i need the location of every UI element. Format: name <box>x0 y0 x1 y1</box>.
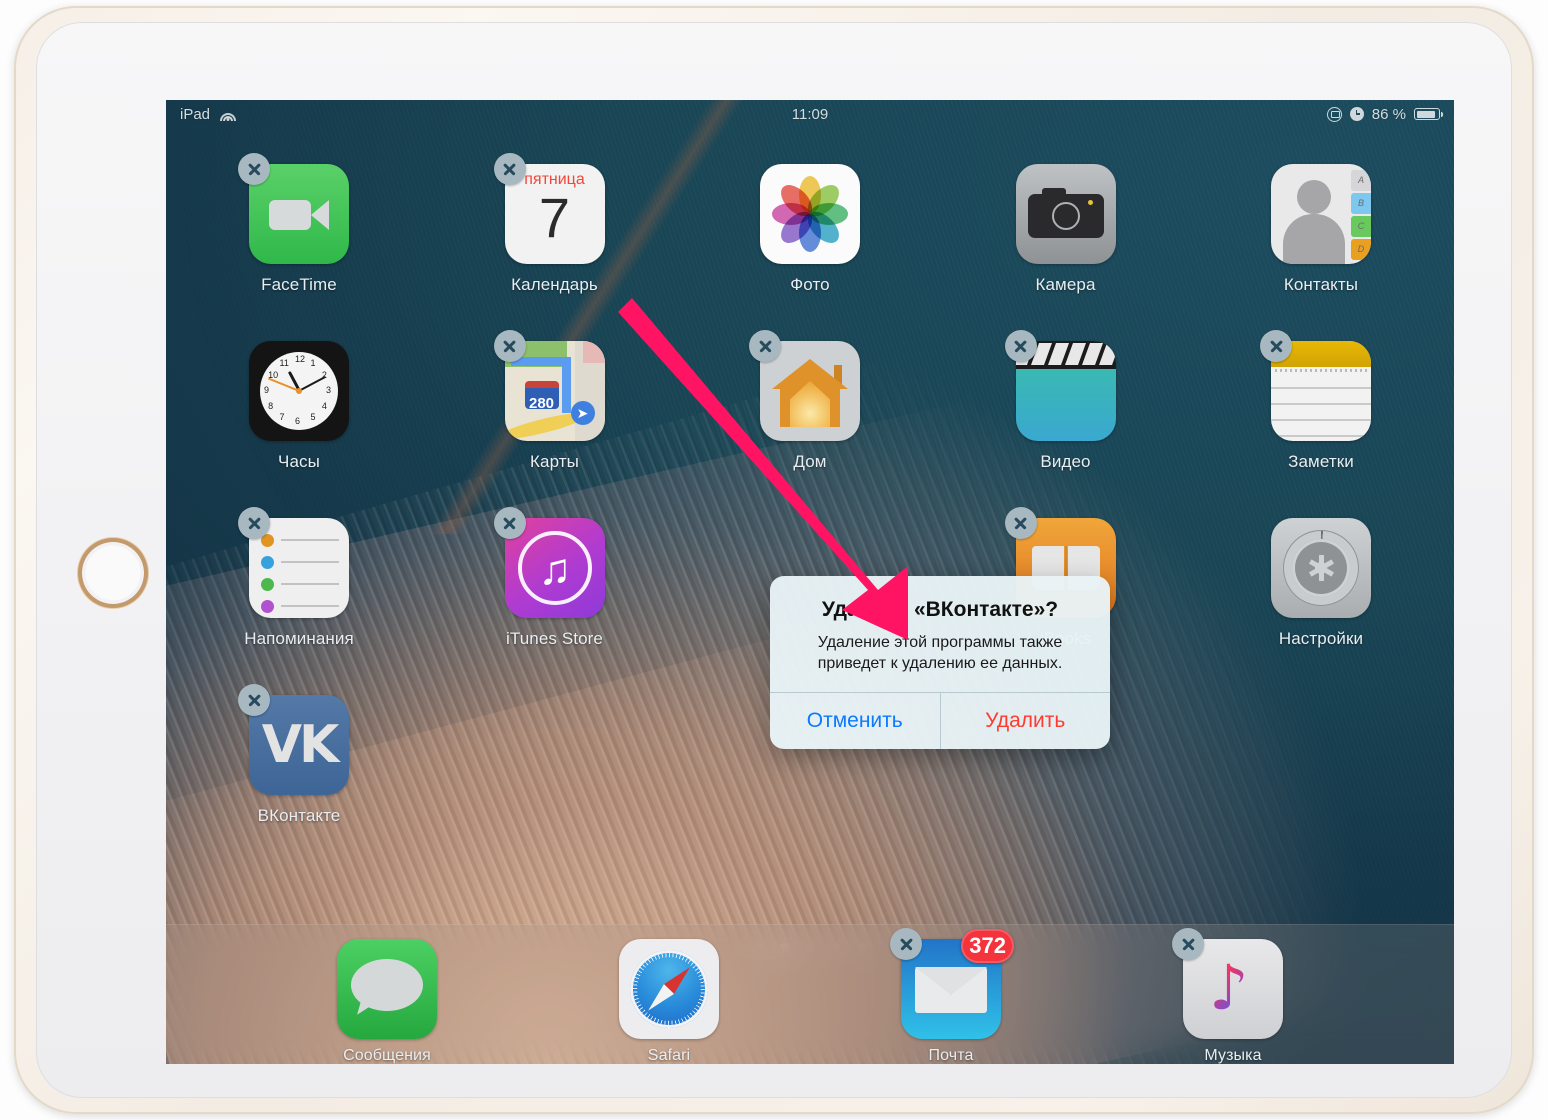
maps-compass-icon: ➤ <box>570 401 595 425</box>
ipad-screen: iPad 11:09 86 % FaceTime пятница 7 Кален… <box>166 100 1454 1064</box>
app-label: iTunes Store <box>506 629 603 648</box>
app-label: Камера <box>1035 275 1096 294</box>
delete-badge-maps[interactable] <box>493 330 526 362</box>
app-facetime[interactable]: FaceTime <box>224 153 374 295</box>
app-vkontakte[interactable]: VK ВКонтакте <box>224 684 374 826</box>
app-camera[interactable]: Камера <box>991 164 1141 295</box>
app-label: Календарь <box>511 275 598 294</box>
delete-badge-home[interactable] <box>749 330 781 362</box>
delete-badge-facetime[interactable] <box>238 153 270 185</box>
delete-app-alert: Удалить «ВКонтакте»? Удаление этой прогр… <box>770 576 1110 749</box>
app-label: Safari <box>647 1047 691 1064</box>
alert-message: Удаление этой программы также приведет к… <box>817 634 1063 672</box>
app-home[interactable]: Дом <box>735 330 885 472</box>
app-label: Сообщения <box>343 1047 431 1064</box>
safari-icon[interactable] <box>619 939 719 1039</box>
delete-badge-mail[interactable] <box>890 928 922 960</box>
app-label: Напоминания <box>244 629 354 648</box>
app-label: Видео <box>1040 452 1091 471</box>
alarm-clock-icon <box>1349 107 1364 121</box>
app-settings[interactable]: Настройки <box>1246 518 1396 649</box>
delete-badge-videos[interactable] <box>1004 330 1037 362</box>
clock-icon[interactable]: 1 2 3 4 5 6 7 8 9 10 11 12 <box>249 341 349 441</box>
photos-icon[interactable] <box>760 164 860 264</box>
screenshot-root: iPad 11:09 86 % FaceTime пятница 7 Кален… <box>0 0 1548 1120</box>
app-contacts[interactable]: ABCD Контакты <box>1246 164 1396 295</box>
delete-badge-calendar[interactable] <box>493 153 526 185</box>
cancel-button[interactable]: Отменить <box>770 693 941 749</box>
route-shield-label: 280 <box>524 381 559 412</box>
battery-icon <box>1414 108 1443 120</box>
settings-icon[interactable] <box>1271 518 1371 618</box>
app-label: Заметки <box>1288 452 1354 471</box>
dock-item-safari[interactable]: Safari <box>594 939 744 1064</box>
mail-unread-badge: 372 <box>961 929 1014 963</box>
app-label: Часы <box>278 452 320 471</box>
carrier-label: iPad <box>180 105 211 123</box>
app-photos[interactable]: Фото <box>735 164 885 295</box>
app-calendar[interactable]: пятница 7 Календарь <box>480 153 630 295</box>
clock-label: 11:09 <box>791 105 829 123</box>
alert-title: Удалить «ВКонтакте»? <box>821 598 1059 621</box>
delete-badge-notes[interactable] <box>1260 330 1292 362</box>
dock-item-music[interactable]: ♪ Музыка <box>1158 928 1308 1064</box>
app-label: ВКонтакте <box>257 806 341 825</box>
app-notes[interactable]: Заметки <box>1246 330 1396 472</box>
app-row: FaceTime пятница 7 Календарь Фото Камера… <box>224 153 1396 295</box>
app-videos[interactable]: Видео <box>991 330 1141 472</box>
vk-logo-text: VK <box>261 715 340 775</box>
app-maps[interactable]: 280 ➤ Карты <box>480 330 630 472</box>
delete-badge-itunes-store[interactable] <box>493 507 526 539</box>
dock-item-messages[interactable]: Сообщения <box>312 939 462 1064</box>
ipad-device: iPad 11:09 86 % FaceTime пятница 7 Кален… <box>14 6 1534 1114</box>
calendar-day: 7 <box>538 186 571 249</box>
wifi-icon <box>219 108 236 121</box>
app-label: Контакты <box>1283 275 1359 294</box>
camera-icon[interactable] <box>1015 164 1116 264</box>
delete-badge-reminders[interactable] <box>238 507 270 539</box>
status-bar: iPad 11:09 86 % <box>166 100 1454 128</box>
battery-percent-label: 86 % <box>1371 105 1406 123</box>
delete-badge-ibooks[interactable] <box>1004 507 1037 539</box>
dock-item-mail[interactable]: 372 Почта <box>876 928 1026 1064</box>
app-label: FaceTime <box>261 275 337 294</box>
app-slot-empty <box>480 695 630 826</box>
home-button[interactable] <box>78 538 148 608</box>
app-grid: FaceTime пятница 7 Календарь Фото Камера… <box>166 142 1454 872</box>
app-label: Дом <box>793 452 827 471</box>
app-label: Фото <box>790 275 830 294</box>
app-clock[interactable]: 1 2 3 4 5 6 7 8 9 10 11 12 Часы <box>224 341 374 472</box>
device-bezel: iPad 11:09 86 % FaceTime пятница 7 Кален… <box>36 22 1512 1098</box>
app-row: 1 2 3 4 5 6 7 8 9 10 11 12 Часы 280 ➤ Ка… <box>224 330 1396 472</box>
delete-badge-music[interactable] <box>1172 928 1204 960</box>
rotation-lock-icon <box>1326 106 1342 122</box>
app-itunes-store[interactable]: ♫ iTunes Store <box>480 507 630 649</box>
app-label: Музыка <box>1204 1047 1262 1064</box>
contacts-icon[interactable]: ABCD <box>1271 164 1371 264</box>
app-label: Почта <box>928 1047 974 1064</box>
dock: Сообщения Safari 372 Почта ♪ Музыка <box>166 924 1454 1064</box>
app-label: Карты <box>530 452 579 471</box>
app-reminders[interactable]: Напоминания <box>224 507 374 649</box>
messages-icon[interactable] <box>337 939 437 1039</box>
app-slot-empty <box>1246 695 1396 826</box>
delete-badge-vkontakte[interactable] <box>238 684 270 716</box>
delete-button[interactable]: Удалить <box>941 693 1111 749</box>
app-label: Настройки <box>1278 629 1364 648</box>
